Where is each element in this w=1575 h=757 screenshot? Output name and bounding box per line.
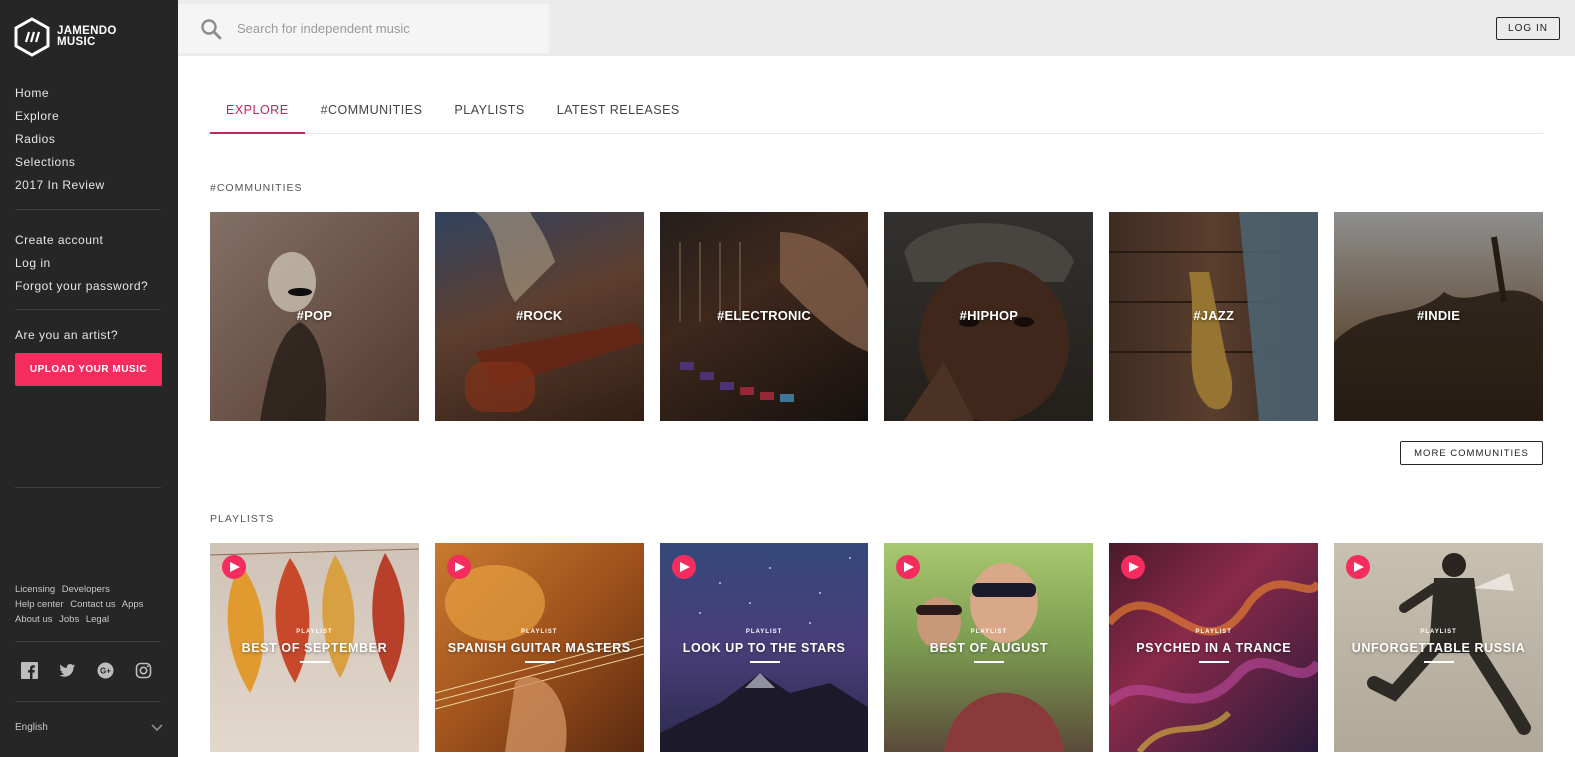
- app: JAMENDO MUSIC Home Explore Radios Select…: [0, 0, 1575, 757]
- play-icon[interactable]: [222, 555, 246, 579]
- twitter-icon[interactable]: [58, 661, 76, 679]
- language-selector[interactable]: English: [15, 722, 163, 733]
- playlist-card[interactable]: PLAYLIST BEST OF AUGUST: [884, 543, 1094, 752]
- play-icon[interactable]: [446, 555, 471, 579]
- footer-link-developers[interactable]: Developers: [62, 584, 110, 595]
- footer-link-apps[interactable]: Apps: [122, 599, 144, 610]
- playlist-title: SPANISH GUITAR MASTERS: [447, 641, 631, 655]
- playlist-card[interactable]: PLAYLIST BEST OF SEPTEMBER: [210, 543, 419, 752]
- upload-music-button[interactable]: UPLOAD YOUR MUSIC: [15, 353, 162, 386]
- community-label: #ROCK: [515, 308, 563, 323]
- communities-section-title: #COMMUNITIES: [210, 182, 303, 194]
- footer-link-legal[interactable]: Legal: [86, 614, 109, 625]
- playlist-title: LOOK UP TO THE STARS: [682, 641, 846, 655]
- artist-question: Are you an artist?: [15, 328, 119, 342]
- search-icon: [201, 18, 222, 39]
- tab-playlists[interactable]: PLAYLISTS: [438, 93, 540, 133]
- account-links: Create account Log in Forgot your passwo…: [15, 229, 148, 298]
- playlist-card[interactable]: PLAYLIST UNFORGETTABLE RUSSIA: [1334, 543, 1543, 752]
- title-underline: [974, 661, 1005, 663]
- sidebar: JAMENDO MUSIC Home Explore Radios Select…: [0, 0, 178, 757]
- playlist-kicker: PLAYLIST: [745, 629, 783, 635]
- social-links: G+: [20, 661, 152, 679]
- playlist-kicker: PLAYLIST: [970, 629, 1008, 635]
- search-bar[interactable]: [178, 4, 549, 53]
- title-underline: [300, 661, 330, 663]
- community-label: #POP: [296, 308, 333, 323]
- playlist-card[interactable]: PLAYLIST PSYCHED IN A TRANCE: [1109, 543, 1319, 752]
- playlist-title: BEST OF AUGUST: [929, 641, 1049, 655]
- language-label: English: [15, 722, 48, 733]
- create-account-link[interactable]: Create account: [15, 229, 148, 252]
- playlists-section-title: PLAYLISTS: [210, 513, 275, 525]
- google-plus-icon[interactable]: G+: [96, 661, 114, 679]
- top-bar: LOG IN: [178, 0, 1575, 56]
- community-card-pop[interactable]: #POP: [210, 212, 419, 421]
- logo-line-2: MUSIC: [57, 36, 96, 48]
- community-label: #INDIE: [1417, 308, 1461, 323]
- footer-link-licensing[interactable]: Licensing: [15, 584, 55, 595]
- playlists-grid: PLAYLIST BEST OF SEPTEMBER PLAYLIST SPAN…: [210, 543, 1543, 752]
- community-label: #ELECTRONIC: [717, 308, 812, 323]
- sidebar-divider: [15, 701, 161, 702]
- sidebar-divider: [15, 641, 161, 642]
- community-card-hiphop[interactable]: #HIPHOP: [884, 212, 1094, 421]
- footer-link-help-center[interactable]: Help center: [15, 599, 64, 610]
- tab-explore[interactable]: EXPLORE: [210, 93, 305, 134]
- title-underline: [1199, 661, 1230, 663]
- play-icon[interactable]: [1346, 555, 1371, 579]
- community-card-jazz[interactable]: #JAZZ: [1109, 212, 1319, 421]
- title-underline: [524, 661, 555, 663]
- title-underline: [1424, 661, 1455, 663]
- main-nav: Home Explore Radios Selections 2017 In R…: [15, 82, 105, 197]
- community-label: #HIPHOP: [959, 308, 1019, 323]
- nav-selections[interactable]: Selections: [15, 151, 105, 174]
- title-underline: [749, 661, 780, 663]
- facebook-icon[interactable]: [20, 661, 38, 679]
- tab-communities[interactable]: #COMMUNITIES: [305, 93, 439, 133]
- footer-link-about-us[interactable]: About us: [15, 614, 53, 625]
- footer-link-jobs[interactable]: Jobs: [59, 614, 79, 625]
- playlist-kicker: PLAYLIST: [1195, 629, 1232, 635]
- logo[interactable]: JAMENDO MUSIC: [14, 17, 117, 57]
- nav-home[interactable]: Home: [15, 82, 105, 105]
- playlist-kicker: PLAYLIST: [296, 629, 333, 635]
- community-card-indie[interactable]: #INDIE: [1334, 212, 1543, 421]
- sidebar-divider: [15, 309, 161, 310]
- logo-text: JAMENDO MUSIC: [57, 25, 117, 48]
- nav-2017-in-review[interactable]: 2017 In Review: [15, 174, 105, 197]
- communities-grid: #POP #ROCK #ELECTRONIC #HIPHOP #JAZZ #IN…: [210, 212, 1543, 421]
- nav-radios[interactable]: Radios: [15, 128, 105, 151]
- sidebar-divider: [15, 209, 161, 210]
- jamendo-logo-icon: [14, 17, 50, 57]
- playlist-title: BEST OF SEPTEMBER: [241, 641, 388, 655]
- explore-tabs: EXPLORE #COMMUNITIES PLAYLISTS LATEST RE…: [210, 93, 1543, 134]
- login-link[interactable]: Log in: [15, 252, 148, 275]
- footer-link-contact-us[interactable]: Contact us: [70, 599, 115, 610]
- community-label: #JAZZ: [1193, 308, 1235, 323]
- nav-explore[interactable]: Explore: [15, 105, 105, 128]
- playlist-title: UNFORGETTABLE RUSSIA: [1351, 641, 1526, 655]
- playlist-kicker: PLAYLIST: [521, 629, 558, 635]
- login-button[interactable]: LOG IN: [1496, 17, 1560, 40]
- tab-latest-releases[interactable]: LATEST RELEASES: [541, 93, 696, 133]
- more-communities-button[interactable]: MORE COMMUNITIES: [1400, 441, 1543, 465]
- forgot-password-link[interactable]: Forgot your password?: [15, 275, 148, 298]
- playlist-card[interactable]: PLAYLIST SPANISH GUITAR MASTERS: [434, 543, 644, 752]
- instagram-icon[interactable]: [134, 661, 152, 679]
- playlist-kicker: PLAYLIST: [1420, 629, 1457, 635]
- sidebar-divider: [15, 487, 161, 488]
- svg-text:G+: G+: [100, 666, 111, 675]
- play-icon[interactable]: [671, 555, 696, 579]
- chevron-down-icon: [151, 723, 163, 731]
- footer-links: Licensing Developers Help center Contact…: [15, 582, 175, 627]
- search-input[interactable]: [237, 21, 517, 36]
- community-card-rock[interactable]: #ROCK: [434, 212, 644, 421]
- playlist-card[interactable]: PLAYLIST LOOK UP TO THE STARS: [659, 543, 869, 752]
- community-card-electronic[interactable]: #ELECTRONIC: [659, 212, 869, 421]
- playlist-title: PSYCHED IN A TRANCE: [1136, 641, 1292, 655]
